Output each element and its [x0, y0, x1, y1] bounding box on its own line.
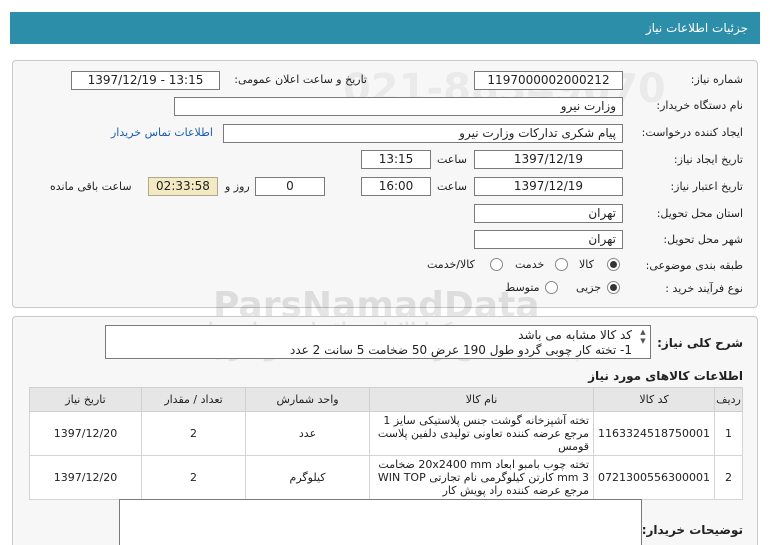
remaining-time-field: 02:33:58	[148, 177, 218, 196]
page-header: جزئیات اطلاعات نیاز	[10, 12, 760, 44]
remaining-days-label: روز و	[225, 180, 250, 193]
process-label: نوع فرآیند خرید :	[665, 282, 743, 295]
need-number-label: شماره نیاز:	[690, 73, 743, 86]
create-date-field: 1397/12/19	[474, 150, 623, 169]
buyer-contact-link[interactable]: اطلاعات تماس خریدار	[111, 126, 213, 139]
validity-label: تاریخ اعتبار نیاز:	[670, 180, 743, 193]
table-row: 2 0721300556300001 تخته چوب بامبو ابعاد …	[28, 455, 743, 500]
row-qty: 2	[141, 455, 247, 500]
create-time-label: ساعت	[437, 153, 467, 166]
table-row: 1 1163324518750001 تخته آشپزخانه گوشت جن…	[28, 411, 743, 456]
announce-label: تاریخ و ساعت اعلان عمومی:	[234, 73, 367, 86]
goods-table: ردیف کد کالا نام کالا واحد شمارش تعداد /…	[28, 387, 743, 500]
create-time-field: 13:15	[361, 150, 431, 169]
goods-title: اطلاعات کالاهای مورد نیاز	[588, 369, 743, 383]
province-label: استان محل تحویل:	[656, 207, 743, 220]
city-label: شهر محل تحویل:	[663, 233, 743, 246]
remaining-days-field: 0	[255, 177, 325, 196]
row-code: 1163324518750001	[593, 411, 715, 456]
category-radio-goods-service[interactable]	[490, 258, 503, 271]
goods-table-header: ردیف کد کالا نام کالا واحد شمارش تعداد /…	[28, 387, 743, 412]
process-radio-minor[interactable]	[607, 281, 620, 294]
process-option-minor: جزیی	[576, 281, 602, 294]
summary-scrollbar[interactable]: ▲ ▼	[638, 328, 648, 356]
col-date: تاریخ نیاز	[28, 387, 143, 412]
col-row: ردیف	[714, 387, 743, 412]
row-date: 1397/12/20	[28, 455, 143, 500]
summary-line-1: کد کالا مشابه می باشد	[518, 328, 632, 342]
need-details-panel: 021-88349670 ParsNamadData شماره نیاز: 1…	[12, 60, 758, 326]
requester-field: پیام شکری تدارکات وزارت نیرو	[223, 124, 623, 143]
category-radio-goods[interactable]	[607, 258, 620, 271]
row-unit: عدد	[245, 411, 371, 456]
remaining-time-label: ساعت باقی مانده	[50, 180, 132, 193]
page-title: جزئیات اطلاعات نیاز	[645, 21, 748, 35]
category-option-goods: کالا	[579, 258, 594, 271]
announce-field: 1397/12/19 - 13:15	[71, 71, 220, 90]
process-radio-medium[interactable]	[545, 281, 558, 294]
row-number: 1	[714, 411, 743, 456]
category-option-goods-service: کالا/خدمت	[427, 258, 475, 271]
row-qty: 2	[141, 411, 247, 456]
validity-time-field: 16:00	[361, 177, 431, 196]
col-code: کد کالا	[593, 387, 715, 412]
validity-date-field: 1397/12/19	[474, 177, 623, 196]
category-radio-service[interactable]	[555, 258, 568, 271]
row-code: 0721300556300001	[593, 455, 715, 500]
buyer-notes-label: توضیحات خریدار:	[641, 523, 743, 537]
summary-line-2: 1- تخته کار چوبی گردو طول 190 عرض 50 ضخا…	[290, 343, 632, 357]
requester-label: ایجاد کننده درخواست:	[641, 126, 743, 139]
row-name: تخته چوب بامبو ابعاد 20x2400 mm ضخامت 3 …	[369, 455, 595, 500]
row-date: 1397/12/20	[28, 411, 143, 456]
category-label: طبقه بندی موضوعی:	[645, 259, 743, 272]
process-option-medium: متوسط	[505, 281, 540, 294]
category-option-service: خدمت	[515, 258, 545, 271]
city-field: تهران	[474, 230, 623, 249]
row-name: تخته آشپزخانه گوشت جنس پلاستیکی سایز 1 م…	[369, 411, 595, 456]
validity-time-label: ساعت	[437, 180, 467, 193]
buyer-notes-box	[119, 499, 642, 545]
row-number: 2	[714, 455, 743, 500]
row-unit: کیلوگرم	[245, 455, 371, 500]
create-date-label: تاریخ ایجاد نیاز:	[673, 153, 743, 166]
goods-panel: پایگاه اطلاع رسانی مناقصه و مزایده مرکز …	[12, 316, 758, 545]
summary-box: کد کالا مشابه می باشد 1- تخته کار چوبی گ…	[105, 325, 651, 359]
summary-label: شرح کلی نیاز:	[657, 336, 743, 350]
col-qty: تعداد / مقدار	[141, 387, 247, 412]
col-name: نام کالا	[369, 387, 595, 412]
need-number-field: 1197000002000212	[474, 71, 623, 90]
buyer-field: وزارت نیرو	[174, 97, 623, 116]
buyer-label: نام دستگاه خریدار:	[656, 99, 743, 112]
col-unit: واحد شمارش	[245, 387, 371, 412]
province-field: تهران	[474, 204, 623, 223]
